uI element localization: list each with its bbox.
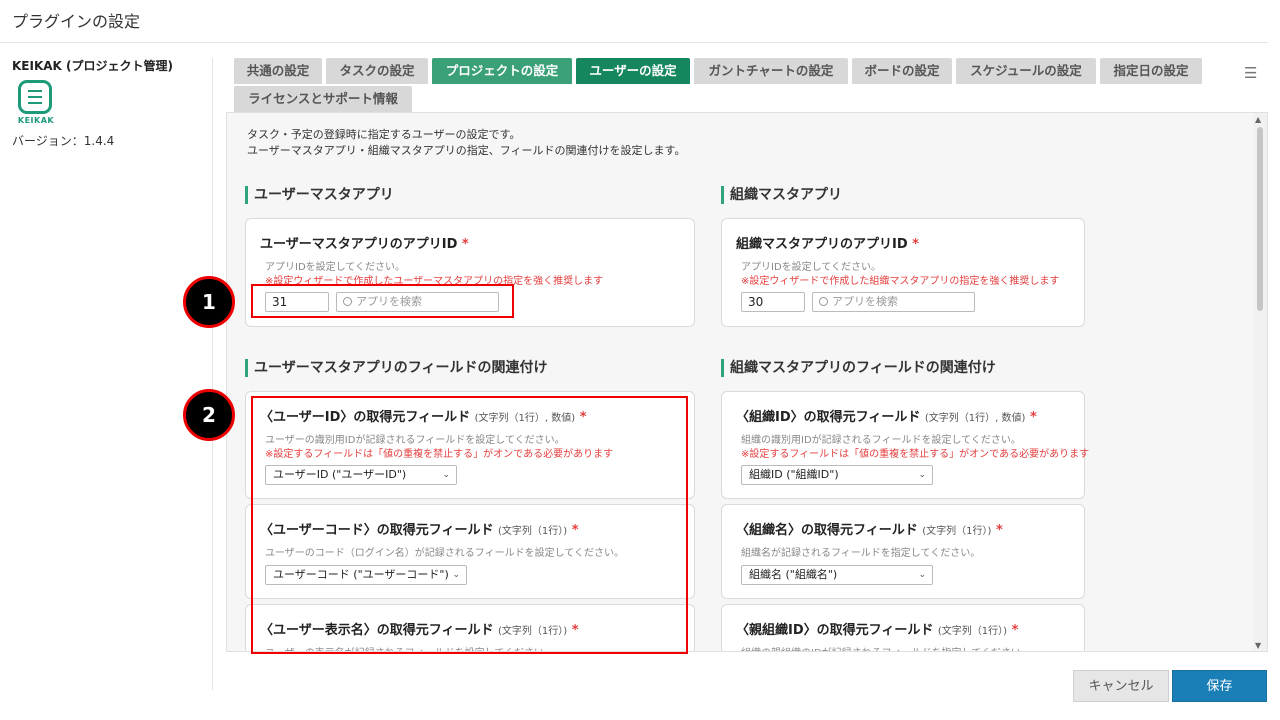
org-master-card-title: 組織マスタアプリのアプリID *: [736, 237, 919, 252]
org-master-warn: ※設定ウィザードで作成した組織マスタアプリの指定を強く推奨します: [741, 276, 1060, 287]
chevron-down-icon: ⌄: [918, 570, 926, 580]
tab-task[interactable]: タスクの設定: [326, 58, 428, 84]
chevron-down-icon: ⌄: [918, 470, 926, 480]
plugin-name: KEIKAK (プロジェクト管理): [12, 59, 173, 73]
tab-date[interactable]: 指定日の設定: [1100, 58, 1202, 84]
parent-org-id-field-title: 〈親組織ID〉の取得元フィールド (文字列（1行）) *: [736, 623, 1019, 638]
plugin-version: バージョン：1.4.4: [12, 134, 115, 148]
logo-text: KEIKAK: [17, 116, 55, 125]
org-master-help: アプリIDを設定してください。: [741, 262, 882, 273]
org-name-field-title: 〈組織名〉の取得元フィールド (文字列（1行）) *: [736, 523, 1003, 538]
step-marker-1: 1: [183, 276, 235, 328]
org-name-field-select[interactable]: 組織名 ("組織名") ⌄: [741, 565, 933, 585]
tab-board[interactable]: ボードの設定: [852, 58, 952, 84]
column-divider: [212, 58, 213, 690]
scrollbar-thumb[interactable]: [1257, 127, 1263, 311]
org-app-id-input[interactable]: 30: [741, 292, 805, 312]
org-id-field-card: 〈組織ID〉の取得元フィールド (文字列（1行）, 数値) * 組織の識別用ID…: [721, 391, 1089, 499]
tab-project[interactable]: プロジェクトの設定: [432, 58, 572, 84]
tab-common[interactable]: 共通の設定: [234, 58, 322, 84]
search-icon: [819, 297, 828, 306]
parent-org-id-field-help: 組織の親組織のIDが記録されるフィールドを指定してください。: [741, 644, 1031, 651]
tab-license[interactable]: ライセンスとサポート情報: [234, 86, 412, 112]
menu-icon[interactable]: ☰: [1244, 64, 1257, 82]
org-name-field-help: 組織名が記録されるフィールドを指定してください。: [741, 548, 981, 559]
highlight-box-1: [251, 284, 514, 318]
save-button[interactable]: 保存: [1172, 670, 1267, 702]
panel-scrollbar[interactable]: ▲ ▼: [1253, 113, 1267, 651]
step-marker-2: 2: [183, 389, 235, 441]
scroll-down-icon[interactable]: ▼: [1255, 641, 1261, 650]
scroll-up-icon[interactable]: ▲: [1255, 115, 1261, 124]
org-master-heading: 組織マスタアプリ: [721, 186, 842, 204]
cancel-button[interactable]: キャンセル: [1073, 670, 1169, 702]
org-id-field-title: 〈組織ID〉の取得元フィールド (文字列（1行）, 数値) *: [736, 410, 1037, 425]
plugin-logo: KEIKAK: [16, 80, 56, 126]
highlight-box-2: [251, 396, 688, 654]
user-master-card-title: ユーザーマスタアプリのアプリID *: [260, 237, 469, 252]
org-id-field-help: 組織の識別用IDが記録されるフィールドを設定してください。: [741, 435, 1021, 446]
org-name-field-card: 〈組織名〉の取得元フィールド (文字列（1行）) * 組織名が記録されるフィール…: [721, 504, 1085, 599]
user-master-help: アプリIDを設定してください。: [265, 262, 406, 273]
intro-line-1: タスク・予定の登録時に指定するユーザーの設定です。: [247, 128, 521, 141]
org-app-search-input[interactable]: アプリを検索: [812, 292, 975, 312]
tab-user[interactable]: ユーザーの設定: [576, 58, 690, 84]
page-title: プラグインの設定: [12, 12, 141, 31]
intro-line-2: ユーザーマスタアプリ・組織マスタアプリの指定、フィールドの関連付けを設定します。: [247, 144, 686, 157]
org-fields-heading: 組織マスタアプリのフィールドの関連付け: [721, 359, 996, 377]
tab-schedule[interactable]: スケジュールの設定: [956, 58, 1096, 84]
org-master-card: 組織マスタアプリのアプリID * アプリIDを設定してください。 ※設定ウィザー…: [721, 218, 1085, 327]
parent-org-id-field-card: 〈親組織ID〉の取得元フィールド (文字列（1行）) * 組織の親組織のIDが記…: [721, 604, 1085, 651]
user-master-heading: ユーザーマスタアプリ: [245, 186, 394, 204]
intro-text: タスク・予定の登録時に指定するユーザーの設定です。 ユーザーマスタアプリ・組織マ…: [247, 127, 685, 159]
title-divider: [0, 42, 1268, 43]
logo-icon: [18, 80, 52, 114]
user-fields-heading: ユーザーマスタアプリのフィールドの関連付け: [245, 359, 547, 377]
org-id-field-warn: ※設定するフィールドは「値の重複を禁止する」がオンである必要があります: [741, 449, 1090, 460]
tab-gantt[interactable]: ガントチャートの設定: [694, 58, 848, 84]
org-id-field-select[interactable]: 組織ID ("組織ID") ⌄: [741, 465, 933, 485]
